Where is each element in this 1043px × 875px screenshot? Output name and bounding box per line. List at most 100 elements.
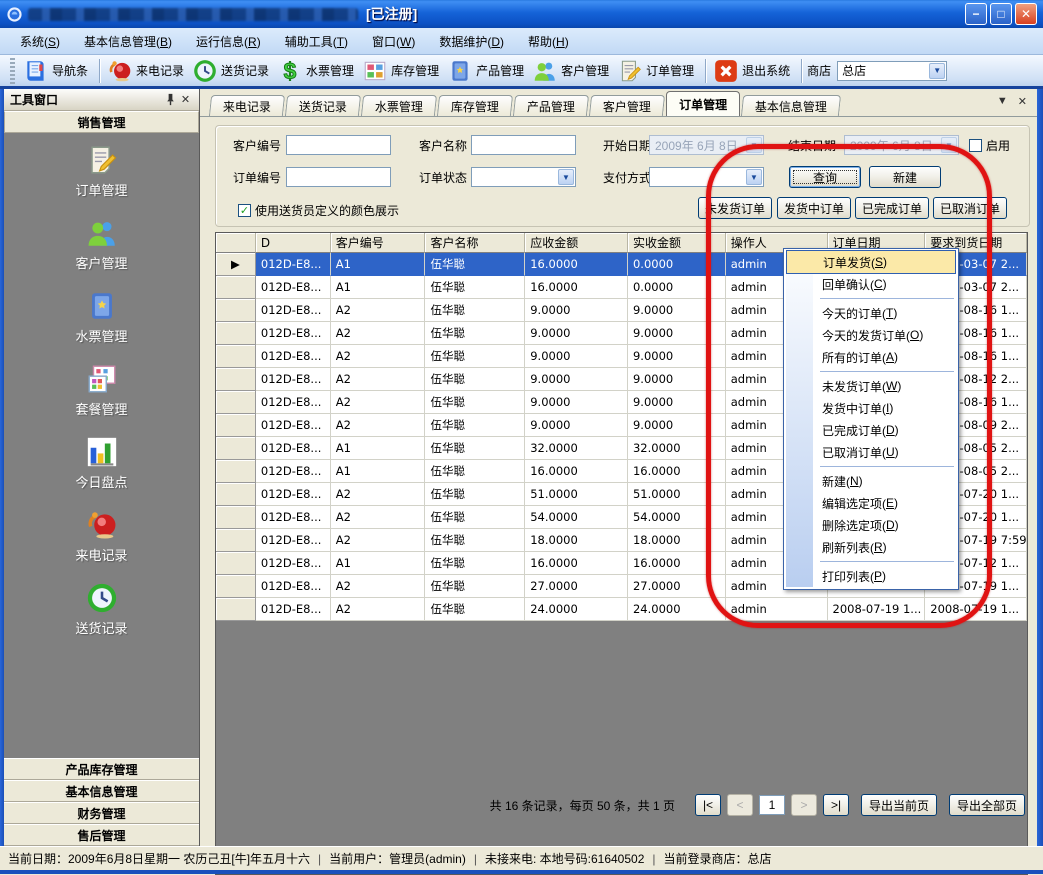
query-button[interactable]: 查询 bbox=[789, 166, 861, 188]
row-marker[interactable] bbox=[216, 598, 256, 621]
row-marker[interactable] bbox=[216, 575, 256, 598]
export-all-pages-button[interactable]: 导出全部页 bbox=[949, 794, 1025, 816]
row-marker[interactable] bbox=[216, 368, 256, 391]
column-header[interactable]: 实收金额 bbox=[628, 233, 726, 253]
sidebar-item-water-card[interactable]: 水票管理 bbox=[4, 280, 199, 353]
shop-combobox[interactable]: 商店 总店 ▼ bbox=[807, 61, 947, 81]
sidebar-section[interactable]: 基本信息管理 bbox=[4, 780, 199, 802]
order-status-filter-button[interactable]: 发货中订单 bbox=[777, 197, 851, 219]
menu-item[interactable]: 基本信息管理(B) bbox=[72, 29, 184, 54]
row-marker[interactable] bbox=[216, 391, 256, 414]
close-button[interactable]: ✕ bbox=[1015, 3, 1037, 25]
order-status-select[interactable]: ▼ bbox=[471, 167, 576, 187]
row-marker[interactable] bbox=[216, 552, 256, 575]
order-status-filter-button[interactable]: 已取消订单 bbox=[933, 197, 1007, 219]
sidebar-item-delivery-clock[interactable]: 送货记录 bbox=[4, 572, 199, 645]
toolbar-button[interactable]: 来电记录 bbox=[105, 56, 190, 86]
column-header[interactable]: 应收金额 bbox=[525, 233, 628, 253]
order-status-filter-button[interactable]: 未发货订单 bbox=[698, 197, 772, 219]
next-page-button[interactable]: > bbox=[791, 794, 817, 816]
context-menu-item[interactable]: 已完成订单(D) bbox=[786, 419, 956, 441]
last-page-button[interactable]: >| bbox=[823, 794, 849, 816]
start-date-picker[interactable]: 2009年 6月 8日 ▼ bbox=[649, 135, 764, 155]
pay-method-select[interactable]: ▼ bbox=[649, 167, 764, 187]
toolbar-button[interactable]: 产品管理 bbox=[445, 56, 530, 86]
tab[interactable]: 水票管理 bbox=[361, 95, 437, 116]
toolbar-button[interactable]: 库存管理 bbox=[360, 56, 445, 86]
context-menu-item[interactable]: 所有的订单(A) bbox=[786, 346, 956, 368]
table-row[interactable]: 012D-E8...A2伍华聪24.000024.0000admin2008-0… bbox=[216, 598, 1027, 621]
row-marker[interactable] bbox=[216, 345, 256, 368]
context-menu-item[interactable]: 订单发货(S) bbox=[786, 250, 956, 274]
sidebar-section[interactable]: 售后管理 bbox=[4, 824, 199, 846]
end-date-picker[interactable]: 2009年 6月 8日 ▼ bbox=[844, 135, 959, 155]
tab[interactable]: 送货记录 bbox=[285, 95, 361, 116]
menu-item[interactable]: 帮助(H) bbox=[516, 29, 581, 54]
customer-no-input[interactable] bbox=[286, 135, 391, 155]
pin-icon[interactable] bbox=[163, 92, 178, 107]
first-page-button[interactable]: |< bbox=[695, 794, 721, 816]
color-display-checkbox[interactable]: ✓使用送货员定义的颜色展示 bbox=[238, 202, 399, 219]
context-menu-item[interactable]: 发货中订单(I) bbox=[786, 397, 956, 419]
row-marker[interactable] bbox=[216, 460, 256, 483]
menu-item[interactable]: 运行信息(R) bbox=[184, 29, 273, 54]
column-header[interactable]: 客户编号 bbox=[331, 233, 426, 253]
row-marker[interactable] bbox=[216, 414, 256, 437]
sidebar-item-call-bell[interactable]: 来电记录 bbox=[4, 499, 199, 572]
row-marker[interactable] bbox=[216, 437, 256, 460]
toolbar-button[interactable]: 送货记录 bbox=[190, 56, 275, 86]
column-header[interactable]: 客户名称 bbox=[425, 233, 525, 253]
toolbar-button[interactable]: $水票管理 bbox=[275, 56, 360, 86]
tab[interactable]: 来电记录 bbox=[209, 95, 285, 116]
toolbar-button[interactable]: 退出系统 bbox=[711, 56, 796, 86]
context-menu-item[interactable]: 今天的发货订单(O) bbox=[786, 324, 956, 346]
context-menu-item[interactable]: 今天的订单(T) bbox=[786, 302, 956, 324]
context-menu-item[interactable]: 刷新列表(R) bbox=[786, 536, 956, 558]
menu-item[interactable]: 辅助工具(T) bbox=[273, 29, 360, 54]
menu-item[interactable]: 数据维护(D) bbox=[427, 29, 516, 54]
column-header[interactable]: D bbox=[256, 233, 331, 253]
chevron-down-icon[interactable]: ▼ bbox=[558, 169, 574, 185]
export-current-page-button[interactable]: 导出当前页 bbox=[861, 794, 937, 816]
row-marker[interactable] bbox=[216, 322, 256, 345]
chevron-down-icon[interactable]: ▼ bbox=[929, 63, 945, 79]
context-menu-item[interactable]: 回单确认(C) bbox=[786, 273, 956, 295]
minimize-button[interactable]: − bbox=[965, 3, 987, 25]
tab[interactable]: 客户管理 bbox=[589, 95, 665, 116]
tab[interactable]: 产品管理 bbox=[513, 95, 589, 116]
order-status-filter-button[interactable]: 已完成订单 bbox=[855, 197, 929, 219]
context-menu-item[interactable]: 打印列表(P) bbox=[786, 565, 956, 587]
row-marker[interactable] bbox=[216, 299, 256, 322]
menu-item[interactable]: 系统(S) bbox=[8, 29, 72, 54]
enable-checkbox[interactable]: 启用 bbox=[969, 137, 1010, 154]
row-marker[interactable] bbox=[216, 529, 256, 552]
context-menu-item[interactable]: 未发货订单(W) bbox=[786, 375, 956, 397]
page-number-input[interactable]: 1 bbox=[759, 795, 785, 815]
new-button[interactable]: 新建 bbox=[869, 166, 941, 188]
tab-list-dropdown-icon[interactable]: ▼ bbox=[997, 95, 1008, 108]
tab[interactable]: 基本信息管理 bbox=[741, 95, 841, 116]
tab-close-icon[interactable]: ✕ bbox=[1018, 95, 1027, 108]
sidebar-section-sales[interactable]: 销售管理 bbox=[4, 111, 199, 133]
row-marker[interactable] bbox=[216, 483, 256, 506]
sidebar-item-today-chart[interactable]: 今日盘点 bbox=[4, 426, 199, 499]
context-menu-item[interactable]: 已取消订单(U) bbox=[786, 441, 956, 463]
customer-name-input[interactable] bbox=[471, 135, 576, 155]
context-menu-item[interactable]: 删除选定项(D) bbox=[786, 514, 956, 536]
chevron-down-icon[interactable]: ▼ bbox=[746, 169, 762, 185]
sidebar-item-package-grid[interactable]: 套餐管理 bbox=[4, 353, 199, 426]
close-tool-window-icon[interactable]: ✕ bbox=[178, 92, 193, 107]
tab[interactable]: 订单管理 bbox=[666, 91, 740, 116]
toolbar-button[interactable]: 导航条 bbox=[21, 56, 94, 86]
row-marker[interactable] bbox=[216, 506, 256, 529]
toolbar-button[interactable]: 客户管理 bbox=[530, 56, 615, 86]
context-menu-item[interactable]: 编辑选定项(E) bbox=[786, 492, 956, 514]
row-marker[interactable] bbox=[216, 276, 256, 299]
order-no-input[interactable] bbox=[286, 167, 391, 187]
tab[interactable]: 库存管理 bbox=[437, 95, 513, 116]
sidebar-section[interactable]: 财务管理 bbox=[4, 802, 199, 824]
sidebar-section[interactable]: 产品库存管理 bbox=[4, 758, 199, 780]
context-menu-item[interactable]: 新建(N) bbox=[786, 470, 956, 492]
maximize-button[interactable]: □ bbox=[990, 3, 1012, 25]
sidebar-item-customer-people[interactable]: 客户管理 bbox=[4, 207, 199, 280]
